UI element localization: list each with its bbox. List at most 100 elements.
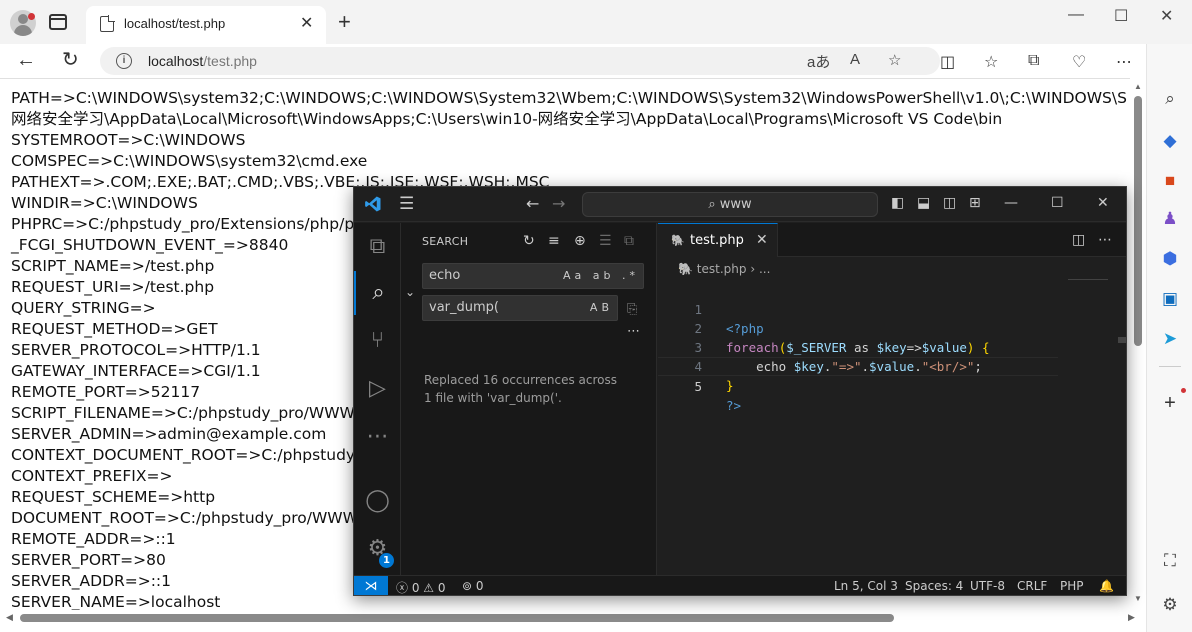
add-icon[interactable]: + [1159, 392, 1181, 414]
activity-bar: ⧉ ⌕ ⑂ ▷ ⋯ ◯ ⚙ 1 [354, 223, 401, 575]
cursor-position[interactable]: Ln 5, Col 3 [834, 579, 898, 593]
scroll-left-icon[interactable]: ◀ [6, 612, 13, 623]
page-icon [100, 15, 115, 32]
replace-input[interactable]: var_dump( AB [422, 295, 618, 321]
close-window-icon[interactable]: ✕ [1160, 6, 1173, 26]
new-tab-button[interactable]: + [338, 11, 351, 33]
url-text: localhost/test.php [148, 53, 257, 69]
clear-results-icon[interactable]: ≡ [548, 233, 560, 249]
refresh-button[interactable]: ↻ [62, 47, 79, 73]
search-icon[interactable]: ⌕ [1159, 88, 1181, 110]
reading-mode-icon[interactable]: aあ [807, 51, 830, 72]
split-editor-icon[interactable]: ◫ [1072, 232, 1085, 248]
language-mode[interactable]: PHP [1060, 579, 1084, 593]
address-bar[interactable]: i localhost/test.php aあ A ☆ [100, 47, 940, 75]
code-line: 1 <?php [658, 281, 1126, 336]
games-icon[interactable]: ♟ [1159, 208, 1181, 230]
toggle-search-details-icon[interactable]: ⋯ [627, 324, 640, 339]
editor-more-actions-icon[interactable]: ⋯ [1098, 232, 1112, 248]
scroll-down-icon[interactable]: ▼ [1134, 594, 1142, 603]
encoding-status[interactable]: UTF-8 [970, 579, 1005, 593]
refresh-search-icon[interactable]: ↻ [523, 233, 535, 249]
editor-tabs: 🐘 test.php ✕ ◫ ⋯ [658, 223, 1126, 257]
source-control-icon[interactable]: ⑂ [354, 319, 401, 363]
favorites-icon[interactable]: ☆ [984, 52, 998, 72]
accounts-icon[interactable]: ◯ [354, 479, 401, 523]
vertical-scroll-thumb[interactable] [1134, 96, 1142, 346]
more-views-icon[interactable]: ⋯ [354, 415, 401, 459]
sidebar-settings-icon[interactable]: ⚙ [1159, 594, 1181, 616]
toggle-panel-icon[interactable]: ⬓ [917, 195, 930, 211]
collapse-all-icon[interactable]: ⧉ [624, 233, 634, 249]
toggle-replace-chevron-icon[interactable]: ⌄ [405, 285, 415, 299]
browser-tab-strip: localhost/test.php ✕ + — ☐ ✕ [0, 0, 1192, 44]
toggle-sidebar-icon[interactable]: ◧ [891, 195, 904, 211]
browser-tab-active[interactable]: localhost/test.php ✕ [86, 6, 326, 44]
horizontal-scroll-thumb[interactable] [20, 614, 894, 622]
url-path: /test.php [203, 53, 257, 69]
site-info-icon[interactable]: i [116, 53, 132, 69]
minimize-icon[interactable]: — [1068, 6, 1084, 24]
preserve-case-option[interactable]: AB [590, 296, 613, 320]
command-center-search[interactable]: ⌕ www [582, 192, 878, 217]
vsc-minimize-icon[interactable]: — [1004, 195, 1018, 211]
scroll-right-icon[interactable]: ▶ [1128, 612, 1135, 623]
notification-dot [28, 13, 35, 20]
breadcrumb-separator-icon: › [750, 262, 756, 276]
browser-essentials-icon[interactable]: ♡ [1072, 52, 1086, 72]
vertical-scrollbar[interactable]: ▲ ▼ [1130, 78, 1146, 610]
new-search-editor-icon[interactable]: ⊕ [574, 233, 586, 249]
horizontal-scrollbar[interactable]: ◀ ▶ [0, 610, 1146, 626]
telegram-icon[interactable]: ➤ [1159, 328, 1181, 350]
nav-forward-icon[interactable]: → [552, 194, 565, 213]
tools-briefcase-icon[interactable]: ■ [1159, 170, 1181, 192]
indentation-status[interactable]: Spaces: 4 [905, 579, 963, 593]
menu-icon[interactable]: ☰ [399, 194, 414, 214]
read-aloud-icon[interactable]: A [850, 51, 860, 68]
copilot-apps-icon[interactable]: ⬢ [1159, 248, 1181, 270]
problems-status[interactable]: ⓧ 0 ⚠ 0 [396, 579, 446, 595]
explorer-icon[interactable]: ⧉ [354, 225, 401, 269]
vsc-close-icon[interactable]: ✕ [1097, 195, 1109, 211]
settings-more-icon[interactable]: ⋯ [1116, 52, 1132, 72]
close-tab-icon[interactable]: ✕ [300, 13, 313, 33]
replace-all-icon[interactable]: ⎘ [627, 302, 637, 317]
screenshot-icon[interactable]: ⛶ [1159, 550, 1181, 572]
php-icon: 🐘 [671, 234, 685, 247]
scroll-up-icon[interactable]: ▲ [1134, 82, 1142, 91]
ports-status[interactable]: ⊚ 0 [462, 579, 484, 593]
output-line: COMSPEC=>C:\WINDOWS\system32\cmd.exe [11, 152, 368, 170]
collections-icon[interactable]: ⧉ [1028, 52, 1039, 70]
output-line: SYSTEMROOT=>C:\WINDOWS [11, 131, 246, 149]
notifications-bell-icon[interactable]: 🔔 [1099, 579, 1114, 593]
search-options[interactable]: Aa ab .* [563, 264, 639, 288]
customize-layout-icon[interactable]: ⊞ [969, 195, 981, 211]
vscode-window: ☰ ← → ⌕ www ◧ ⬓ ◫ ⊞ — ☐ ✕ ⧉ ⌕ ⑂ ▷ ⋯ ◯ ⚙ … [353, 186, 1127, 596]
vsc-maximize-icon[interactable]: ☐ [1051, 195, 1064, 211]
close-editor-icon[interactable]: ✕ [756, 232, 768, 248]
maximize-icon[interactable]: ☐ [1114, 6, 1128, 26]
search-view-icon[interactable]: ⌕ [354, 271, 401, 315]
eol-status[interactable]: CRLF [1017, 579, 1047, 593]
run-debug-icon[interactable]: ▷ [354, 367, 401, 411]
toggle-secondary-sidebar-icon[interactable]: ◫ [943, 195, 956, 211]
outlook-icon[interactable]: ▣ [1159, 288, 1181, 310]
remote-indicator-icon[interactable]: ⋊ [354, 576, 388, 595]
shopping-tag-icon[interactable]: ◆ [1159, 130, 1181, 152]
editor-tab-test-php[interactable]: 🐘 test.php ✕ [658, 223, 778, 257]
view-as-tree-icon[interactable]: ☰ [599, 233, 612, 249]
search-view-title: SEARCH [422, 235, 469, 248]
split-screen-icon[interactable]: ◫ [940, 52, 955, 72]
search-input[interactable]: echo Aa ab .* [422, 263, 644, 289]
nav-back-icon[interactable]: ← [526, 194, 539, 213]
notification-dot-sidebar [1181, 388, 1186, 393]
output-line: 网络安全学习\AppData\Local\Microsoft\WindowsAp… [11, 110, 1003, 128]
ports-count: 0 [475, 579, 484, 593]
tab-title: localhost/test.php [124, 16, 226, 31]
back-button[interactable]: ← [16, 47, 36, 73]
favorite-star-icon[interactable]: ☆ [888, 51, 901, 69]
search-sidebar: SEARCH ↻ ≡ ⊕ ☰ ⧉ ⌄ echo Aa ab .* var_dum… [401, 223, 657, 575]
tab-actions-icon[interactable] [49, 14, 67, 30]
breadcrumb[interactable]: 🐘 test.php › ... [678, 262, 770, 276]
manage-gear-icon[interactable]: ⚙ [354, 527, 401, 571]
